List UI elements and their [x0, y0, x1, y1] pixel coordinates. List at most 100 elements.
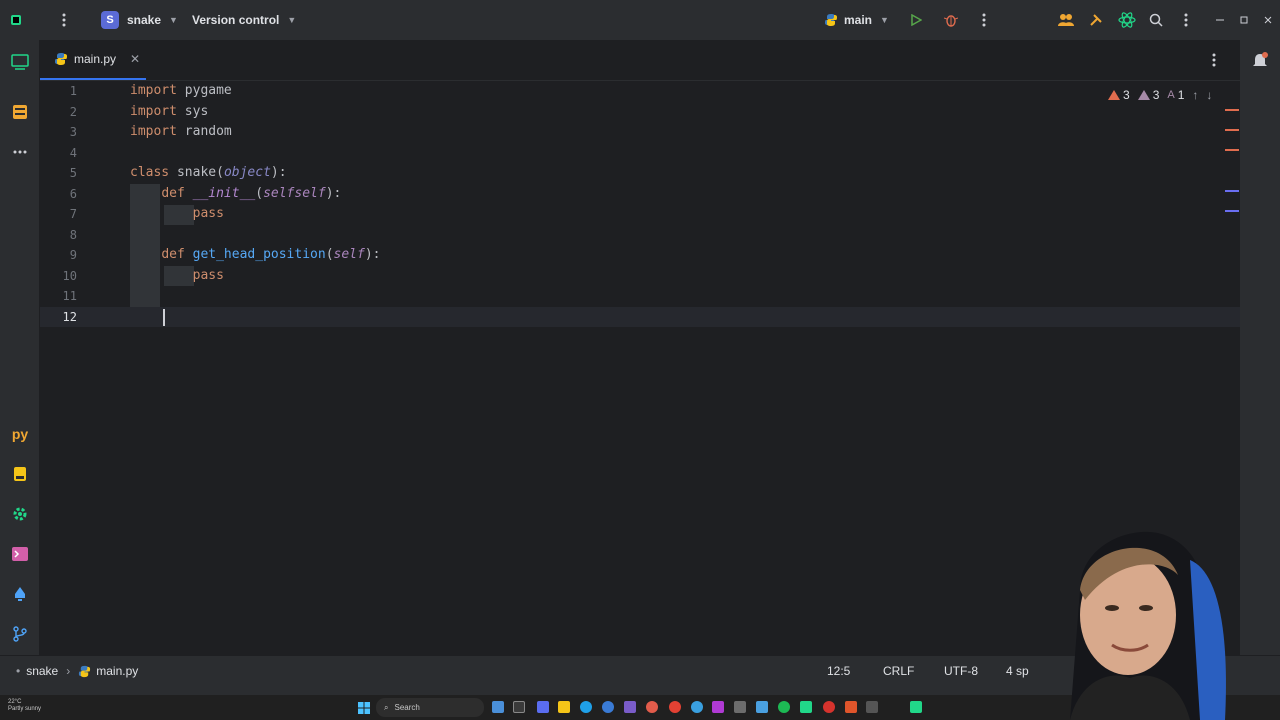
inspections-widget[interactable]: 3 3 A1 ↑ ↓: [1108, 88, 1212, 102]
project-switcher[interactable]: S snake ▼: [101, 0, 178, 40]
taskbar-app-icon[interactable]: [800, 701, 812, 713]
tab-main-py[interactable]: main.py ✕: [40, 40, 146, 80]
pycharm-taskbar-icon[interactable]: [910, 701, 922, 713]
main-menu-icon[interactable]: [62, 0, 66, 40]
weather-widget[interactable]: 22°C Partly sunny: [8, 699, 41, 713]
line-separator[interactable]: CRLF: [883, 656, 914, 686]
folder-icon[interactable]: [558, 701, 570, 713]
collaboration-icon[interactable]: [1058, 0, 1074, 40]
more-actions-icon[interactable]: [982, 0, 986, 40]
taskbar-app-icon[interactable]: [712, 701, 724, 713]
line-number: 4: [69, 145, 77, 160]
search-icon: ⌕: [384, 702, 389, 712]
taskbar-app-icon[interactable]: [756, 701, 768, 713]
chrome-icon[interactable]: [669, 701, 681, 713]
right-tool-strip: [1240, 40, 1280, 655]
vcs-widget[interactable]: Version control ▼: [192, 0, 296, 40]
bug-icon: [944, 15, 958, 27]
python-packages-icon[interactable]: py: [10, 424, 30, 444]
code-line: 3 import random: [40, 122, 1240, 143]
breadcrumb-project[interactable]: snake: [26, 664, 58, 678]
taskbar-app-icon[interactable]: [624, 701, 636, 713]
windows-start-icon[interactable]: [358, 701, 370, 719]
restore-button[interactable]: [1240, 0, 1248, 40]
errors-value: 3: [1123, 88, 1130, 102]
warning-marker[interactable]: [1225, 190, 1239, 192]
keyword: pass: [192, 267, 224, 283]
app-icon[interactable]: [10, 0, 22, 40]
code-line: 9 def get_head_position(self):: [40, 245, 1240, 266]
warnings-count[interactable]: 3: [1137, 88, 1159, 102]
taskbar-app-icon[interactable]: [823, 701, 835, 713]
module-name: sys: [184, 103, 209, 119]
settings-menu-icon[interactable]: [1184, 0, 1188, 40]
paren: ):: [325, 185, 342, 201]
code-line: 10 pass: [40, 266, 1240, 287]
code-line: 11: [40, 286, 1240, 307]
services-icon[interactable]: [10, 504, 30, 524]
taskbar-app-icon[interactable]: [691, 701, 703, 713]
tab-options-icon[interactable]: [1212, 53, 1216, 72]
keyword: def: [161, 185, 185, 201]
weather-desc: Partly sunny: [8, 706, 42, 712]
tab-label: main.py: [74, 52, 117, 66]
terminal-icon[interactable]: [10, 544, 30, 564]
code-line: 5 class snake(object):: [40, 163, 1240, 184]
taskbar-search[interactable]: ⌕ Search: [376, 698, 484, 717]
caret-position[interactable]: 12:5: [827, 656, 850, 686]
warning-icon: [1137, 90, 1150, 100]
indent-setting[interactable]: 4 sp: [1006, 656, 1029, 686]
chevron-down-icon: ▼: [287, 15, 297, 25]
typos-count[interactable]: A1: [1167, 88, 1184, 102]
warning-marker[interactable]: [1225, 210, 1239, 212]
errors-count[interactable]: 3: [1108, 88, 1130, 102]
project-view-icon[interactable]: [10, 52, 30, 72]
chevron-down-icon: ▼: [880, 15, 889, 25]
structure-icon[interactable]: [10, 102, 30, 122]
run-config-selector[interactable]: main ▼: [824, 0, 889, 40]
error-marker[interactable]: [1225, 109, 1239, 111]
function-name: __init__: [192, 185, 256, 201]
module-name: random: [184, 124, 232, 139]
git-icon[interactable]: [10, 624, 30, 644]
next-highlight-icon[interactable]: ↓: [1206, 88, 1212, 102]
problems-icon[interactable]: [10, 584, 30, 604]
edge-icon[interactable]: [580, 701, 592, 713]
typo-icon: A: [1167, 89, 1175, 101]
keyword: def: [161, 247, 185, 262]
taskbar-app-icon[interactable]: [602, 701, 614, 713]
code-line: 1 import pygame: [40, 81, 1240, 102]
breadcrumb-file[interactable]: main.py: [96, 664, 138, 678]
minimize-button[interactable]: [1216, 0, 1224, 40]
close-tab-icon[interactable]: ✕: [130, 52, 140, 66]
file-encoding[interactable]: UTF-8: [944, 656, 978, 686]
run-button[interactable]: [910, 0, 922, 40]
search-icon[interactable]: [1149, 0, 1163, 40]
close-window-button[interactable]: [1264, 0, 1272, 40]
line-number: 6: [69, 186, 77, 201]
ai-assistant-icon[interactable]: [1118, 0, 1136, 40]
paren: (: [255, 185, 264, 201]
python-console-icon[interactable]: [10, 464, 30, 484]
error-marker[interactable]: [1225, 129, 1239, 131]
notifications-icon[interactable]: [1252, 52, 1268, 75]
more-tools-icon[interactable]: [10, 142, 30, 162]
paren: (: [325, 247, 334, 262]
code-line: 6 def __init__(selfself):: [40, 184, 1240, 205]
taskbar-app-icon[interactable]: [513, 701, 525, 713]
current-code-line: 12: [40, 306, 1240, 327]
paren: ):: [270, 165, 287, 180]
spotify-icon[interactable]: [778, 701, 790, 713]
taskbar-app-icon[interactable]: [537, 701, 549, 713]
taskbar-app-icon[interactable]: [734, 701, 746, 713]
build-tools-icon[interactable]: [1089, 0, 1103, 40]
search-placeholder: Search: [394, 703, 420, 712]
taskbar-app-icon[interactable]: [845, 701, 857, 713]
previous-highlight-icon[interactable]: ↑: [1192, 88, 1198, 102]
debug-button[interactable]: [944, 0, 958, 40]
taskbar-app-icon[interactable]: [646, 701, 658, 713]
taskbar-app-icon[interactable]: [492, 701, 504, 713]
error-marker[interactable]: [1225, 149, 1239, 151]
line-number: 7: [69, 207, 77, 221]
taskbar-app-icon[interactable]: [866, 701, 878, 713]
